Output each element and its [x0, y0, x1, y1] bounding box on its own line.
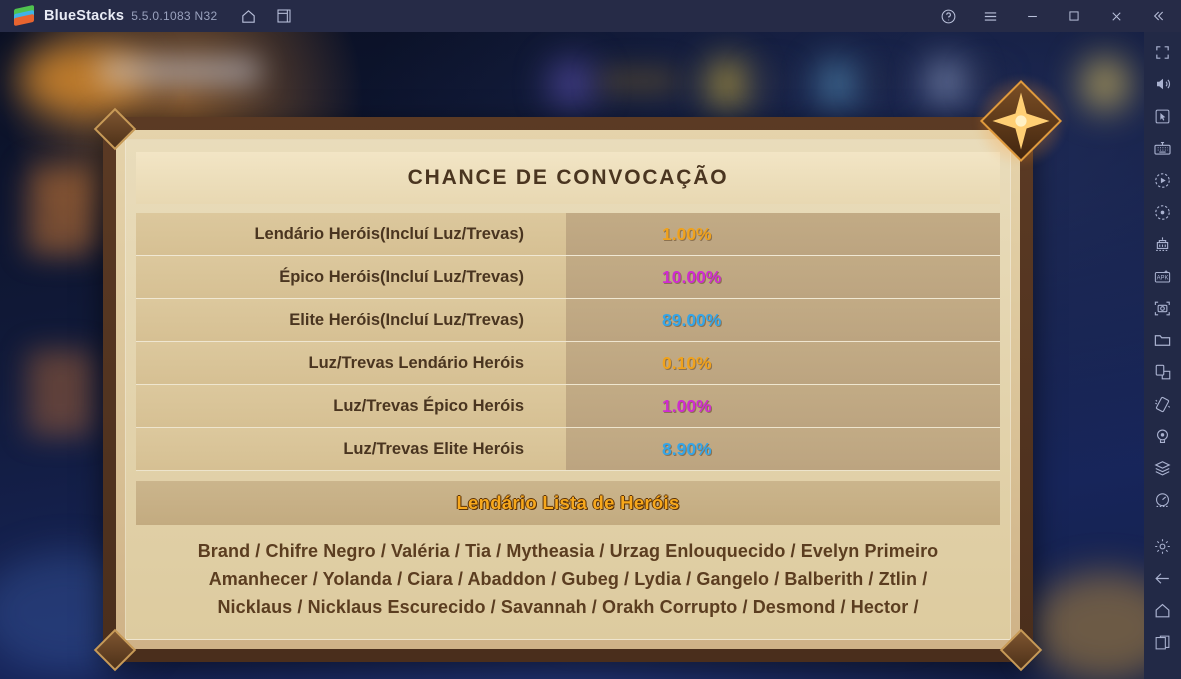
keyboard-controls-icon[interactable]: [1149, 136, 1177, 160]
table-row: Luz/Trevas Elite Heróis 8.90%: [136, 428, 1000, 471]
row-value: 1.00%: [566, 213, 1000, 255]
install-apk-icon[interactable]: APK: [1149, 264, 1177, 288]
macro-record-icon[interactable]: [1149, 168, 1177, 192]
bg-guild-name: [100, 58, 260, 84]
row-label: Elite Heróis(Incluí Luz/Trevas): [136, 299, 566, 341]
row-label: Lendário Heróis(Incluí Luz/Trevas): [136, 213, 566, 255]
media-folder-icon[interactable]: [1149, 328, 1177, 352]
bg-resource-5: [1082, 58, 1128, 110]
close-icon[interactable]: [1103, 3, 1129, 29]
help-icon[interactable]: [935, 3, 961, 29]
row-label: Luz/Trevas Elite Heróis: [136, 428, 566, 470]
dialog-content: CHANCE DE CONVOCAÇÃO Lendário Heróis(Inc…: [126, 140, 1010, 639]
row-label: Luz/Trevas Épico Heróis: [136, 385, 566, 427]
screenshot-icon[interactable]: [1149, 296, 1177, 320]
row-value: 10.00%: [566, 256, 1000, 298]
hero-list-line: Brand / Chifre Negro / Valéria / Tia / M…: [197, 541, 939, 561]
star-ornament-icon: [973, 73, 1069, 169]
table-row: Épico Heróis(Incluí Luz/Trevas) 10.00%: [136, 256, 1000, 299]
bg-glow-bottom-right: [1030, 572, 1144, 679]
hero-list-title-band: Lendário Lista de Heróis: [136, 481, 1000, 525]
volume-icon[interactable]: [1149, 72, 1177, 96]
table-row: Elite Heróis(Incluí Luz/Trevas) 89.00%: [136, 299, 1000, 342]
titlebar: BlueStacks 5.5.0.1083 N32: [0, 0, 1181, 32]
rotate-screen-icon[interactable]: [1149, 360, 1177, 384]
bg-resource-3-value: [862, 70, 896, 92]
performance-icon[interactable]: [1149, 488, 1177, 512]
page-title: CHANCE DE CONVOCAÇÃO: [407, 166, 729, 189]
summon-chance-table: Lendário Heróis(Incluí Luz/Trevas) 1.00%…: [136, 213, 1000, 471]
dialog-inner-frame: CHANCE DE CONVOCAÇÃO Lendário Heróis(Inc…: [116, 130, 1020, 649]
bg-panel-left-1: [28, 167, 96, 255]
bg-resource-2-value: [752, 70, 788, 92]
row-value: 0.10%: [566, 342, 1000, 384]
hero-list-title: Lendário Lista de Heróis: [456, 492, 680, 513]
app-version: 5.5.0.1083 N32: [131, 9, 218, 23]
recent-apps-icon[interactable]: [1149, 630, 1177, 654]
shooting-mode-icon[interactable]: [1149, 200, 1177, 224]
hero-list-line: Amanhecer / Yolanda / Ciara / Abaddon / …: [208, 569, 928, 589]
row-value: 1.00%: [566, 385, 1000, 427]
row-value: 89.00%: [566, 299, 1000, 341]
bg-resource-4: [925, 60, 969, 104]
table-row: Lendário Heróis(Incluí Luz/Trevas) 1.00%: [136, 213, 1000, 256]
dialog-title-band: CHANCE DE CONVOCAÇÃO: [136, 152, 1000, 204]
row-label: Épico Heróis(Incluí Luz/Trevas): [136, 256, 566, 298]
bluestacks-sidebar: APK: [1144, 32, 1181, 679]
settings-icon[interactable]: [1149, 534, 1177, 558]
cursor-icon[interactable]: [1149, 104, 1177, 128]
bg-panel-left-2: [28, 350, 94, 436]
summon-chance-dialog: CHANCE DE CONVOCAÇÃO Lendário Heróis(Inc…: [93, 73, 1069, 672]
bg-resource-1-value: [600, 70, 678, 92]
eco-mode-icon[interactable]: [1149, 232, 1177, 256]
bg-resource-1: [550, 62, 594, 106]
back-icon[interactable]: [1149, 566, 1177, 590]
bg-resource-2: [707, 60, 749, 108]
maximize-icon[interactable]: [1061, 3, 1087, 29]
table-row: Luz/Trevas Épico Heróis 1.00%: [136, 385, 1000, 428]
home-icon[interactable]: [235, 3, 261, 29]
menu-icon[interactable]: [977, 3, 1003, 29]
row-label: Luz/Trevas Lendário Heróis: [136, 342, 566, 384]
collapse-icon[interactable]: [1145, 3, 1171, 29]
bg-resource-3: [818, 62, 858, 106]
table-row: Luz/Trevas Lendário Heróis 0.10%: [136, 342, 1000, 385]
dialog-body: CHANCE DE CONVOCAÇÃO Lendário Heróis(Inc…: [125, 139, 1011, 640]
multi-instance-manager-icon[interactable]: [1149, 456, 1177, 480]
multi-instance-icon[interactable]: [271, 3, 297, 29]
location-icon[interactable]: [1149, 424, 1177, 448]
hero-list-line: Nicklaus / Nicklaus Escurecido / Savanna…: [217, 597, 919, 617]
shake-icon[interactable]: [1149, 392, 1177, 416]
minimize-icon[interactable]: [1019, 3, 1045, 29]
app-name: BlueStacks: [44, 8, 125, 24]
bluestacks-logo-icon: [14, 4, 34, 27]
row-value: 8.90%: [566, 428, 1000, 470]
android-home-icon[interactable]: [1149, 598, 1177, 622]
fullscreen-icon[interactable]: [1149, 40, 1177, 64]
svg-text:APK: APK: [1157, 275, 1169, 281]
game-viewport[interactable]: CHANCE DE CONVOCAÇÃO Lendário Heróis(Inc…: [0, 32, 1144, 679]
hero-list: Brand / Chifre Negro / Valéria / Tia / M…: [136, 525, 1000, 621]
